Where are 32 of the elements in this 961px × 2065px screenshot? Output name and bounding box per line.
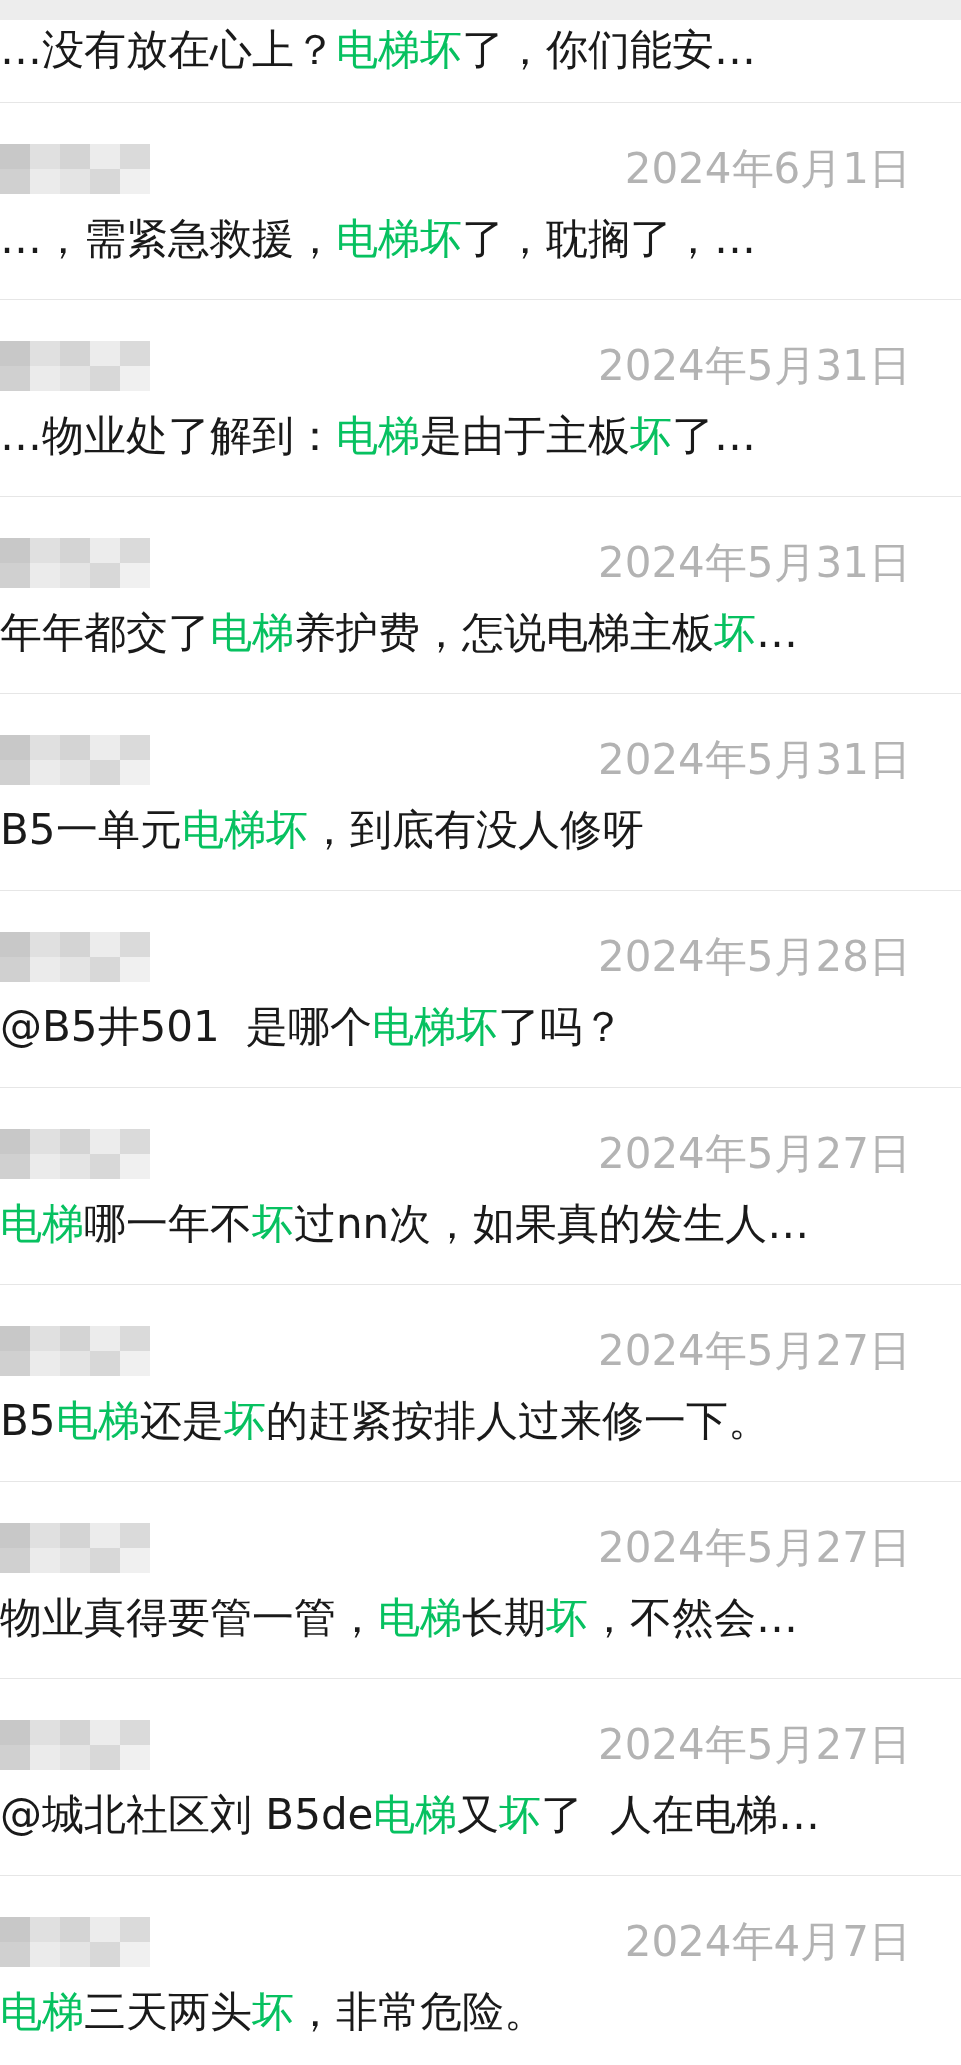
result-date: 2024年5月31日	[597, 734, 911, 786]
result-snippet: 物业真得要管一管，电梯长期坏，不然会…	[0, 1592, 799, 1644]
search-result[interactable]: …没有放在心上？电梯坏了，你们能安…	[0, 20, 961, 103]
result-snippet: @B5井501 是哪个电梯坏了吗？	[0, 1001, 626, 1053]
result-snippet: …没有放在心上？电梯坏了，你们能安…	[0, 24, 757, 76]
search-result[interactable]: 2024年5月27日 @城北社区刘 B5de电梯又坏了 人在电梯…	[0, 1679, 961, 1876]
search-result[interactable]: 2024年5月31日 …物业处了解到：电梯是由于主板坏了…	[0, 300, 961, 497]
search-result[interactable]: 2024年5月27日 电梯哪一年不坏过nn次，如果真的发生人…	[0, 1088, 961, 1285]
result-snippet: …，需紧急救援，电梯坏了，耽搁了，…	[0, 213, 757, 265]
result-date: 2024年5月28日	[597, 931, 911, 983]
result-date: 2024年4月7日	[624, 1916, 911, 1968]
result-date: 2024年5月27日	[597, 1325, 911, 1377]
result-snippet: B5一单元电梯坏，到底有没人修呀	[0, 804, 645, 856]
search-result[interactable]: 2024年4月7日 电梯三天两头坏，非常危险。	[0, 1876, 961, 2065]
search-result[interactable]: 2024年5月31日 B5一单元电梯坏，到底有没人修呀	[0, 694, 961, 891]
result-date: 2024年6月1日	[624, 143, 911, 195]
search-result[interactable]: 2024年5月27日 物业真得要管一管，电梯长期坏，不然会…	[0, 1482, 961, 1679]
result-snippet: B5电梯还是坏的赶紧按排人过来修一下。	[0, 1395, 771, 1447]
result-snippet: …物业处了解到：电梯是由于主板坏了…	[0, 410, 757, 462]
result-date: 2024年5月27日	[597, 1719, 911, 1771]
search-result[interactable]: 2024年5月27日 B5电梯还是坏的赶紧按排人过来修一下。	[0, 1285, 961, 1482]
result-date: 2024年5月27日	[597, 1128, 911, 1180]
result-snippet: @城北社区刘 B5de电梯又坏了 人在电梯…	[0, 1789, 822, 1841]
result-snippet: 电梯哪一年不坏过nn次，如果真的发生人…	[0, 1198, 811, 1250]
result-snippet: 年年都交了 电梯养护费，怎说电梯主板坏…	[0, 607, 799, 659]
result-date: 2024年5月31日	[597, 537, 911, 589]
result-date: 2024年5月31日	[597, 340, 911, 392]
search-result[interactable]: 2024年5月31日 年年都交了 电梯养护费，怎说电梯主板坏…	[0, 497, 961, 694]
search-result[interactable]: 2024年6月1日 …，需紧急救援，电梯坏了，耽搁了，…	[0, 103, 961, 300]
result-date: 2024年5月27日	[597, 1522, 911, 1574]
search-result[interactable]: 2024年5月28日 @B5井501 是哪个电梯坏了吗？	[0, 891, 961, 1088]
result-snippet: 电梯三天两头坏，非常危险。	[0, 1986, 547, 2038]
